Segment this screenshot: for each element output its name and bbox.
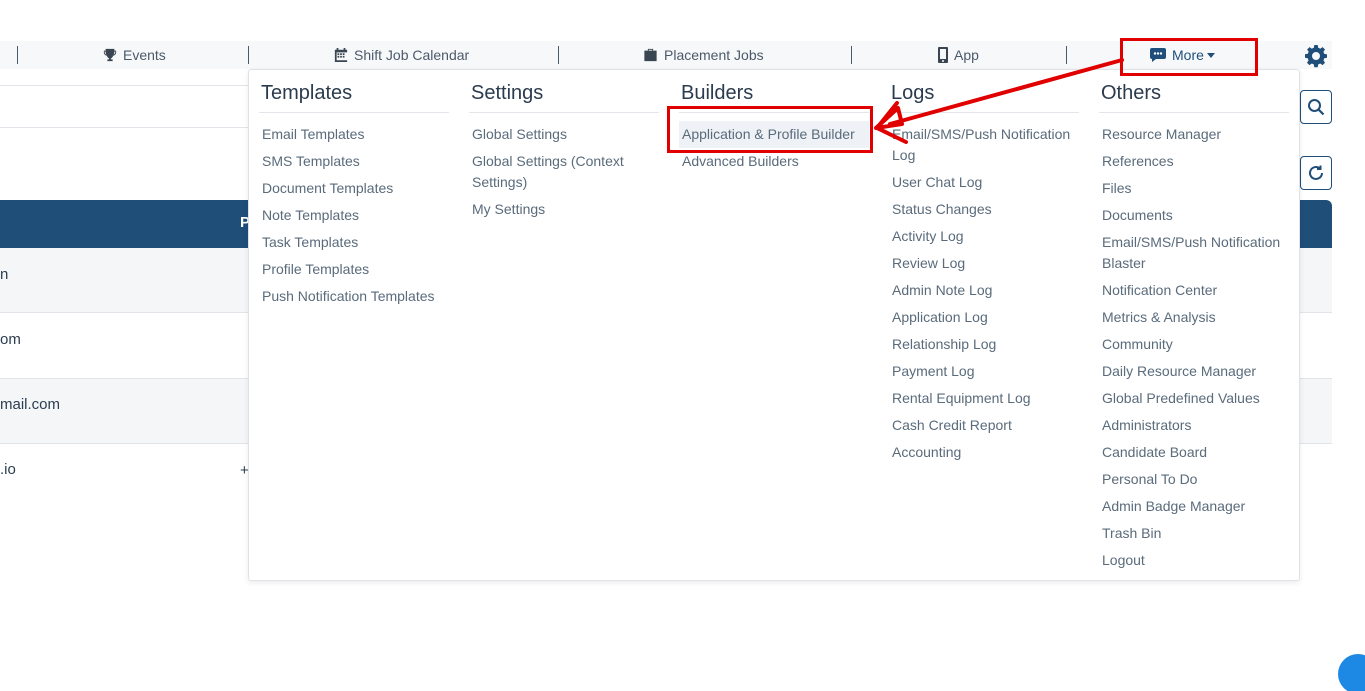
search-icon: [1308, 99, 1325, 116]
nav-item-label: Shift Job Calendar: [354, 47, 470, 63]
nav-item-shift-job-calendar[interactable]: Shift Job Calendar: [334, 44, 469, 66]
menu-column-templates: Templates Email Templates SMS Templates …: [259, 80, 449, 310]
menu-column-title: Logs: [889, 80, 1079, 113]
menu-item[interactable]: Files: [1099, 175, 1289, 202]
menu-item[interactable]: Review Log: [889, 250, 1079, 277]
nav-item-label: Placement Jobs: [664, 47, 764, 63]
menu-item[interactable]: User Chat Log: [889, 169, 1079, 196]
mobile-icon: [938, 47, 948, 63]
table-cell-email: om: [0, 331, 21, 348]
menu-item[interactable]: References: [1099, 148, 1289, 175]
briefcase-icon: [644, 48, 657, 62]
menu-item[interactable]: Application Log: [889, 304, 1079, 331]
trophy-icon: [103, 48, 117, 62]
menu-item[interactable]: Profile Templates: [259, 256, 449, 283]
menu-item[interactable]: Status Changes: [889, 196, 1079, 223]
menu-item[interactable]: Push Notification Templates: [259, 283, 449, 310]
help-chat-bubble[interactable]: [1338, 654, 1365, 691]
menu-item[interactable]: Logout: [1099, 547, 1289, 574]
divider: [0, 127, 248, 128]
menu-column-title: Settings: [469, 80, 659, 113]
refresh-icon: [1309, 165, 1323, 180]
nav-item-label: More: [1172, 47, 1204, 63]
menu-item[interactable]: Personal To Do: [1099, 466, 1289, 493]
nav-separator: [851, 46, 852, 64]
divider: [0, 85, 248, 86]
gear-icon[interactable]: [1304, 44, 1328, 68]
menu-item[interactable]: Resource Manager: [1099, 121, 1289, 148]
menu-item[interactable]: Relationship Log: [889, 331, 1079, 358]
menu-item[interactable]: My Settings: [469, 196, 659, 223]
menu-column-settings: Settings Global Settings Global Settings…: [469, 80, 659, 223]
nav-item-events[interactable]: Events: [103, 44, 166, 66]
menu-item[interactable]: Email/SMS/Push Notification Blaster: [1099, 229, 1289, 277]
menu-item[interactable]: Global Settings (Context Settings): [469, 148, 659, 196]
menu-item[interactable]: Payment Log: [889, 358, 1079, 385]
menu-column-title: Others: [1099, 80, 1289, 113]
nav-separator: [1066, 46, 1067, 64]
menu-item[interactable]: Admin Note Log: [889, 277, 1079, 304]
nav-item-label: App: [954, 47, 979, 63]
menu-item[interactable]: Notification Center: [1099, 277, 1289, 304]
menu-item[interactable]: Accounting: [889, 439, 1079, 466]
menu-item[interactable]: SMS Templates: [259, 148, 449, 175]
menu-item[interactable]: Daily Resource Manager: [1099, 358, 1289, 385]
menu-item[interactable]: Activity Log: [889, 223, 1079, 250]
menu-column-logs: Logs Email/SMS/Push Notification Log Use…: [889, 80, 1079, 466]
menu-item[interactable]: Task Templates: [259, 229, 449, 256]
menu-item[interactable]: Email Templates: [259, 121, 449, 148]
nav-item-app[interactable]: App: [938, 44, 979, 66]
menu-column-others: Others Resource Manager References Files…: [1099, 80, 1289, 574]
menu-item[interactable]: Admin Badge Manager: [1099, 493, 1289, 520]
menu-item[interactable]: Global Predefined Values: [1099, 385, 1289, 412]
menu-item[interactable]: Email/SMS/Push Notification Log: [889, 121, 1079, 169]
more-dropdown-menu: Templates Email Templates SMS Templates …: [248, 69, 1300, 581]
menu-item[interactable]: Rental Equipment Log: [889, 385, 1079, 412]
search-button[interactable]: [1300, 90, 1332, 124]
menu-item[interactable]: Community: [1099, 331, 1289, 358]
nav-separator: [558, 46, 559, 64]
menu-item[interactable]: Document Templates: [259, 175, 449, 202]
menu-column-title: Builders: [679, 80, 869, 113]
menu-item-application-profile-builder[interactable]: Application & Profile Builder: [679, 121, 869, 148]
menu-column-builders: Builders Application & Profile Builder A…: [679, 80, 869, 175]
menu-item[interactable]: Administrators: [1099, 412, 1289, 439]
nav-separator: [248, 46, 249, 64]
caret-down-icon: [1206, 52, 1215, 58]
menu-item[interactable]: Global Settings: [469, 121, 659, 148]
menu-column-title: Templates: [259, 80, 449, 113]
table-cell-email: n: [0, 266, 9, 283]
table-cell-email: mail.com: [0, 396, 61, 413]
menu-item[interactable]: Cash Credit Report: [889, 412, 1079, 439]
refresh-button[interactable]: [1300, 156, 1332, 190]
menu-item[interactable]: Trash Bin: [1099, 520, 1289, 547]
menu-item[interactable]: Candidate Board: [1099, 439, 1289, 466]
nav-item-label: Events: [123, 47, 166, 63]
chat-dots-icon: [1150, 48, 1166, 62]
nav-item-more[interactable]: More: [1150, 44, 1215, 66]
menu-item[interactable]: Note Templates: [259, 202, 449, 229]
calendar-icon: [334, 48, 348, 62]
nav-item-placement-jobs[interactable]: Placement Jobs: [643, 44, 764, 66]
table-cell-email: .io: [0, 461, 16, 478]
menu-item[interactable]: Advanced Builders: [679, 148, 869, 175]
menu-item[interactable]: Metrics & Analysis: [1099, 304, 1289, 331]
menu-item[interactable]: Documents: [1099, 202, 1289, 229]
nav-separator: [17, 46, 18, 64]
